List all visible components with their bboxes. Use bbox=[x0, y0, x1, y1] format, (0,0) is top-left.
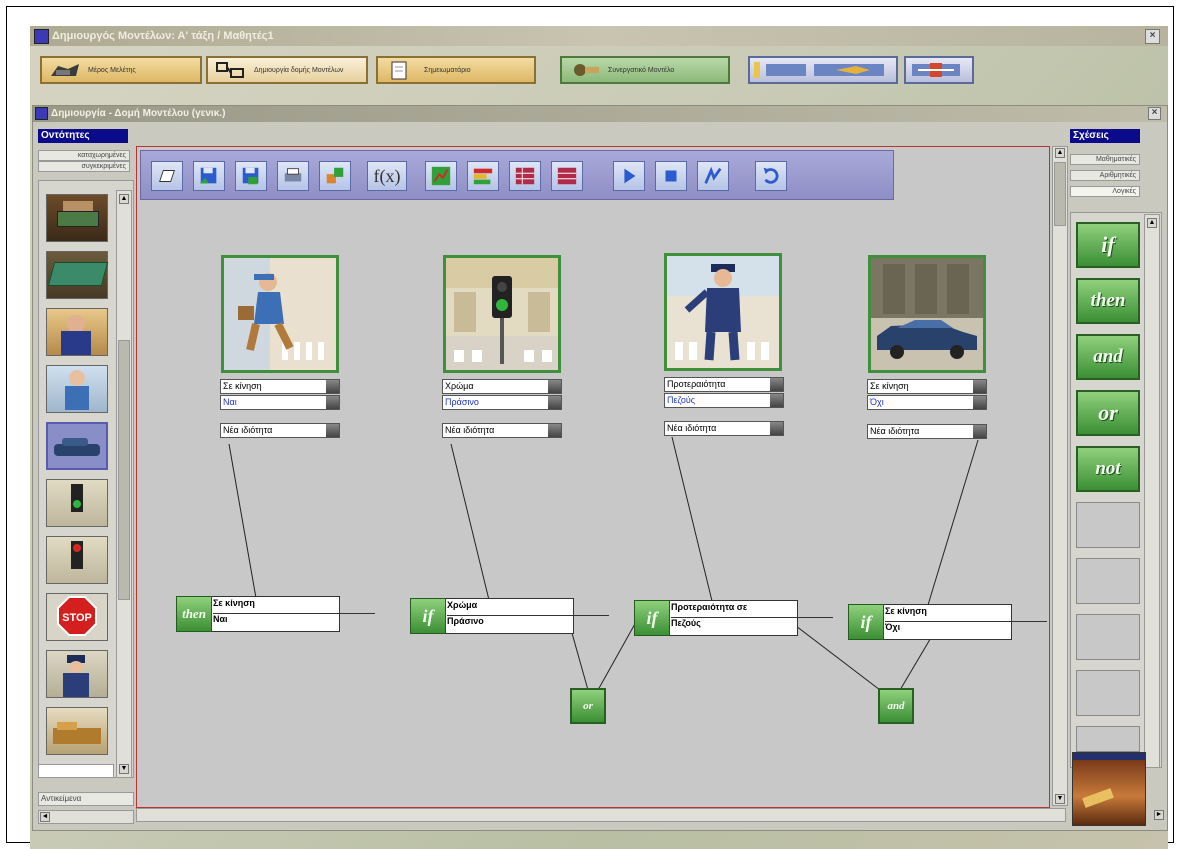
empty-relation-slot bbox=[1076, 502, 1140, 548]
wire bbox=[671, 436, 713, 602]
dropdown-arrow-icon[interactable] bbox=[326, 396, 339, 409]
if-badge: if bbox=[634, 600, 670, 636]
pedestrian-new-prop-select[interactable]: Νέα ιδιότητα bbox=[220, 423, 340, 438]
if-node-val: Πεζούς bbox=[671, 617, 833, 628]
then-relation[interactable]: then bbox=[1076, 278, 1140, 324]
dropdown-arrow-icon[interactable] bbox=[770, 378, 783, 391]
car-prop-select[interactable]: Σε κίνηση bbox=[867, 379, 987, 394]
traffic-light-prop-select[interactable]: Χρώμα bbox=[442, 379, 562, 394]
wire bbox=[927, 439, 979, 606]
and-relation[interactable]: and bbox=[1076, 334, 1140, 380]
car-prop-value: Σε κίνηση bbox=[870, 381, 909, 391]
wire bbox=[899, 635, 933, 691]
pedestrian-image bbox=[224, 258, 336, 370]
if-relation[interactable]: if bbox=[1076, 222, 1140, 268]
relations-panel-header: Σχέσεις bbox=[1070, 129, 1140, 143]
policeman-prop-select[interactable]: Προτεραιότητα bbox=[664, 377, 784, 392]
policeman-new-prop-select[interactable]: Νέα ιδιότητα bbox=[664, 421, 784, 436]
policeman-new-prop-label: Νέα ιδιότητα bbox=[667, 423, 717, 433]
or-operator[interactable]: or bbox=[570, 688, 606, 724]
pedestrian-card[interactable] bbox=[221, 255, 339, 373]
car-image bbox=[871, 258, 983, 370]
car-new-prop-label: Νέα ιδιότητα bbox=[870, 426, 920, 436]
dropdown-arrow-icon[interactable] bbox=[548, 396, 561, 409]
car-new-prop-select[interactable]: Νέα ιδιότητα bbox=[867, 424, 987, 439]
dropdown-arrow-icon[interactable] bbox=[973, 380, 986, 393]
relations-scrollbar[interactable] bbox=[1144, 214, 1160, 768]
if-node-val: Όχι bbox=[885, 621, 1047, 632]
not-relation[interactable]: not bbox=[1076, 446, 1140, 492]
empty-relation-slot bbox=[1076, 726, 1140, 752]
relations-scroll-up-icon[interactable]: ▲ bbox=[1147, 218, 1157, 228]
preview-thumbnail[interactable] bbox=[1072, 752, 1146, 826]
dropdown-arrow-icon[interactable] bbox=[770, 422, 783, 435]
then-node-val: Ναι bbox=[213, 613, 375, 624]
if-node-car[interactable]: if Σε κίνηση Όχι bbox=[848, 604, 1047, 640]
entities-scroll-left-icon[interactable]: ◄ bbox=[40, 812, 50, 822]
traffic-light-new-prop-select[interactable]: Νέα ιδιότητα bbox=[442, 423, 562, 438]
pedestrian-prop-select[interactable]: Σε κίνηση bbox=[220, 379, 340, 394]
car-card[interactable] bbox=[868, 255, 986, 373]
dropdown-arrow-icon[interactable] bbox=[973, 425, 986, 438]
if-node-val: Πράσινο bbox=[447, 615, 609, 626]
traffic-light-val-select[interactable]: Πράσινο bbox=[442, 395, 562, 410]
then-node-prop: Σε κίνηση bbox=[213, 598, 255, 608]
traffic-light-card[interactable] bbox=[443, 255, 561, 373]
and-operator[interactable]: and bbox=[878, 688, 914, 724]
policeman-val-select[interactable]: Πεζούς bbox=[664, 393, 784, 408]
relations-tab-logic[interactable]: Λογικές bbox=[1070, 186, 1140, 197]
pedestrian-val-value: Ναι bbox=[223, 397, 237, 407]
pedestrian-new-prop-label: Νέα ιδιότητα bbox=[223, 425, 273, 435]
pedestrian-val-select[interactable]: Ναι bbox=[220, 395, 340, 410]
relations-tab-math[interactable]: Μαθηματικές bbox=[1070, 154, 1140, 165]
dropdown-arrow-icon[interactable] bbox=[326, 380, 339, 393]
dropdown-arrow-icon[interactable] bbox=[973, 396, 986, 409]
policeman-image bbox=[667, 256, 779, 368]
traffic-light-val-value: Πράσινο bbox=[445, 397, 479, 407]
dropdown-arrow-icon[interactable] bbox=[548, 380, 561, 393]
empty-relation-slot bbox=[1076, 614, 1140, 660]
then-badge: then bbox=[176, 596, 212, 632]
empty-relation-slot bbox=[1076, 558, 1140, 604]
door-light-icon bbox=[1082, 788, 1114, 808]
dropdown-arrow-icon[interactable] bbox=[548, 424, 561, 437]
if-badge: if bbox=[848, 604, 884, 640]
policeman-prop-value: Προτεραιότητα bbox=[667, 379, 726, 389]
or-relation[interactable]: or bbox=[1076, 390, 1140, 436]
wire bbox=[597, 621, 637, 691]
if-node-traffic-light[interactable]: if Χρώμα Πράσινο bbox=[410, 598, 609, 634]
wire bbox=[569, 625, 589, 691]
policeman-card[interactable] bbox=[664, 253, 782, 371]
dropdown-arrow-icon[interactable] bbox=[326, 424, 339, 437]
traffic-light-prop-value: Χρώμα bbox=[445, 381, 474, 391]
if-node-prop: Προτεραιότητα σε bbox=[671, 602, 748, 612]
relations-tab-arithmetic[interactable]: Αριθμητικές bbox=[1070, 170, 1140, 181]
if-node-prop: Σε κίνηση bbox=[885, 606, 927, 616]
wire bbox=[228, 443, 257, 599]
traffic-light-new-prop-label: Νέα ιδιότητα bbox=[445, 425, 495, 435]
if-node-prop: Χρώμα bbox=[447, 600, 478, 610]
empty-relation-slot bbox=[1076, 670, 1140, 716]
car-val-select[interactable]: Όχι bbox=[867, 395, 987, 410]
relations-scroll-right-icon[interactable]: ► bbox=[1154, 810, 1164, 820]
pedestrian-prop-value: Σε κίνηση bbox=[223, 381, 262, 391]
if-node-policeman[interactable]: if Προτεραιότητα σε Πεζούς bbox=[634, 600, 833, 636]
dropdown-arrow-icon[interactable] bbox=[770, 394, 783, 407]
then-node-pedestrian[interactable]: then Σε κίνηση Ναι bbox=[176, 596, 375, 632]
policeman-val-value: Πεζούς bbox=[667, 395, 696, 405]
wire bbox=[450, 443, 490, 601]
car-val-value: Όχι bbox=[870, 397, 884, 407]
if-badge: if bbox=[410, 598, 446, 634]
traffic-light-image bbox=[446, 258, 558, 370]
